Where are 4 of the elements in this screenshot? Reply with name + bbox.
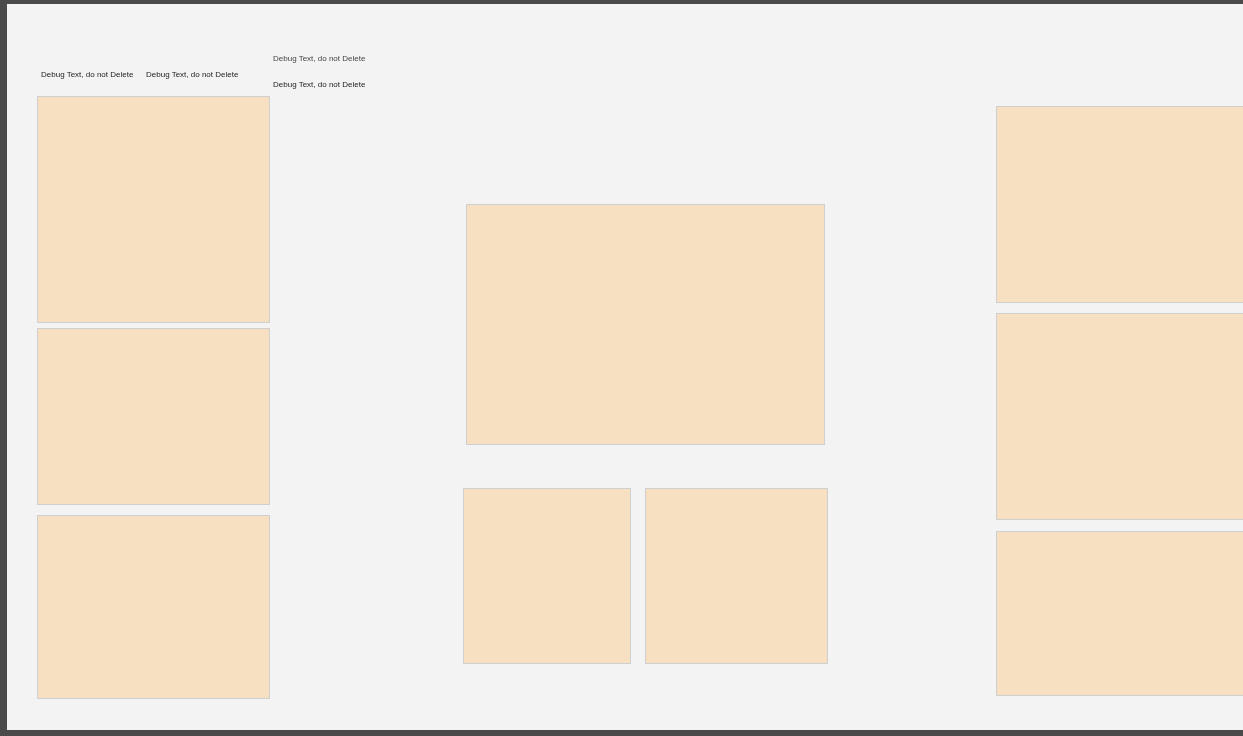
debug-text: Debug Text, do not Delete: [146, 70, 240, 79]
debug-text: Debug Text, do not Delete: [273, 54, 366, 63]
debug-text: Debug Text, do not Delete: [273, 80, 366, 89]
debug-text: Debug Text, do not Delete: [41, 70, 135, 79]
